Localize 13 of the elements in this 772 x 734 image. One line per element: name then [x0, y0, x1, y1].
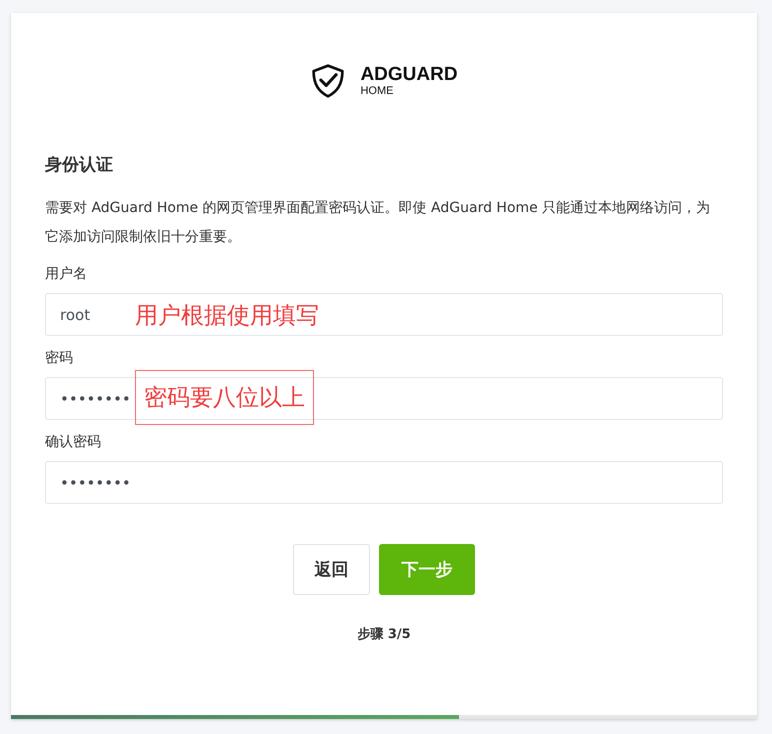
description-text: 需要对 AdGuard Home 的网页管理界面配置密码认证。即使 AdGuard Home 只能通过本地网络访问，为它添加访问限制依旧十分重要。 — [45, 199, 712, 247]
annotation-text: 密码要八位以上 — [135, 370, 314, 425]
field-label: 确认密码 — [45, 433, 102, 451]
step-indicator: 步骤 3/5 — [357, 626, 411, 643]
shield-check-icon — [310, 62, 346, 100]
section-heading: 身份认证 — [45, 154, 114, 176]
input-field[interactable]: •••••••• — [45, 461, 723, 504]
step-button[interactable]: 返回 — [293, 544, 370, 595]
annotation-text: 用户根据使用填写 — [135, 302, 319, 331]
logo-name: ADGUARD — [360, 64, 458, 86]
logo-subtitle: HOME — [360, 85, 394, 98]
field-label: 用户名 — [45, 265, 88, 283]
field-label: 密码 — [45, 349, 74, 367]
